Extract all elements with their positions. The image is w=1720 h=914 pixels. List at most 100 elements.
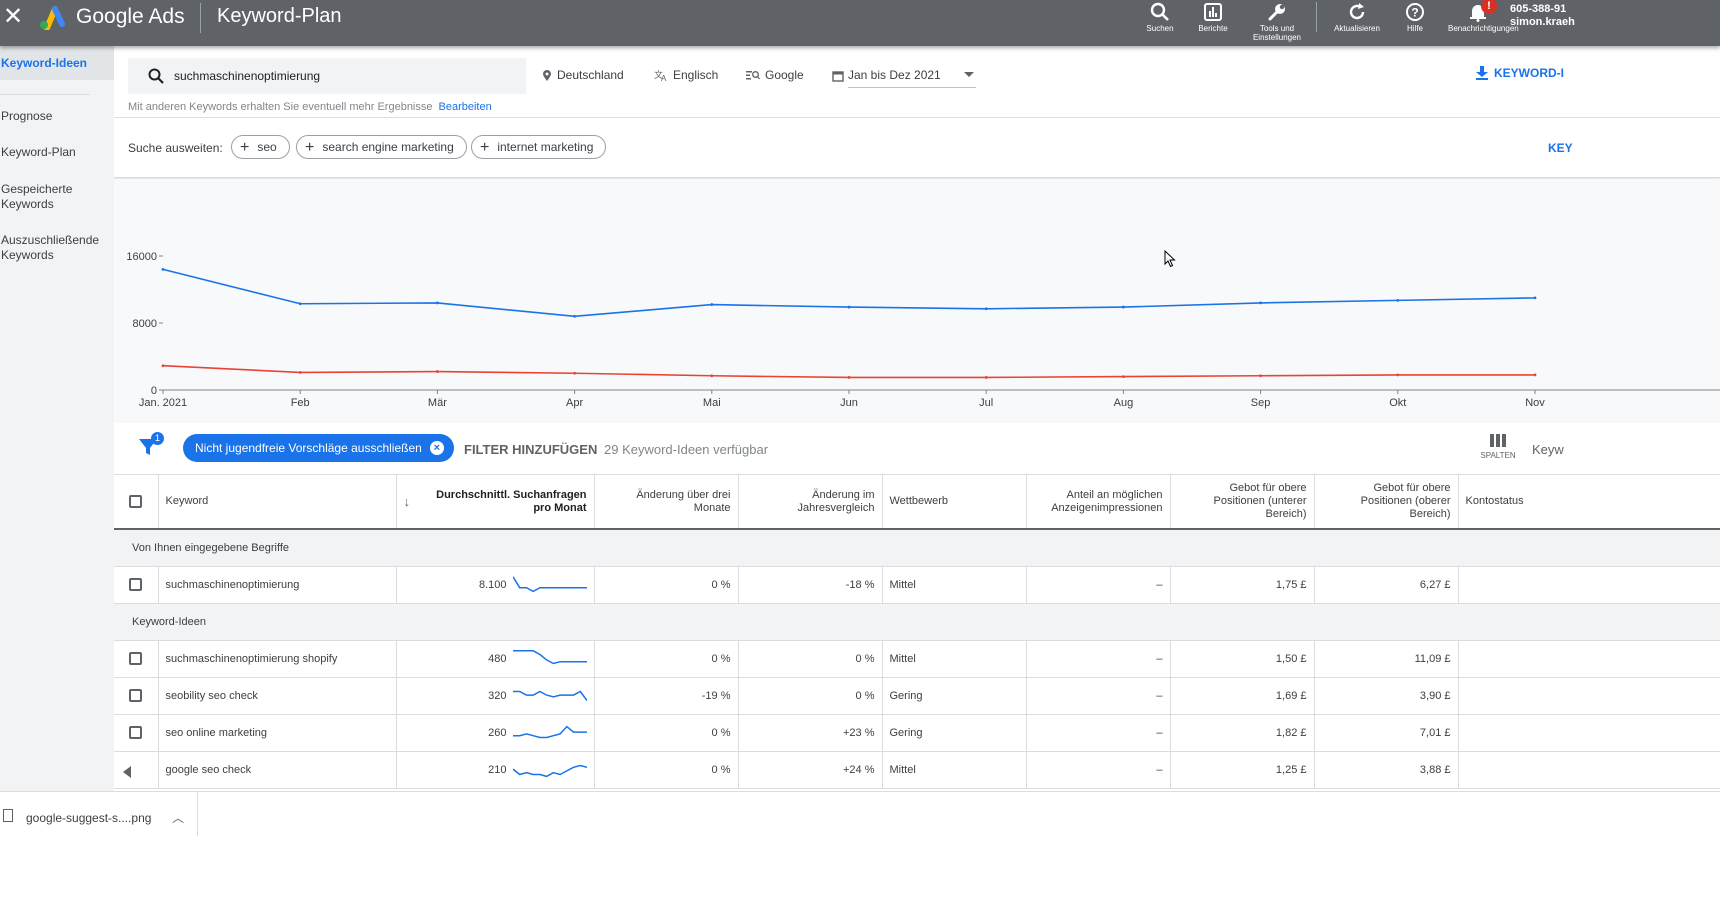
add-filter-button[interactable]: FILTER HINZUFÜGEN xyxy=(464,442,597,457)
trend-sparkline xyxy=(512,690,587,701)
header-yoy-change[interactable]: Änderung im Jahresvergleich xyxy=(738,475,883,530)
table-row[interactable]: suchmaschinenoptimierung 8.100 0 % -18 % Mit… xyxy=(114,566,1720,604)
help-label: Hilfe xyxy=(1406,24,1423,33)
location-selector[interactable]: Deutschland xyxy=(542,68,624,82)
columns-button[interactable]: SPALTEN xyxy=(1478,433,1518,460)
date-range-dropdown[interactable]: Jan bis Dez 2021 xyxy=(848,66,976,88)
language-selector[interactable]: 文A Englisch xyxy=(654,68,718,82)
chevron-up-icon[interactable]: ︿ xyxy=(172,809,184,826)
network-selector[interactable]: Google xyxy=(746,68,804,82)
series-1-point xyxy=(710,374,714,378)
trend-sparkline xyxy=(512,764,587,777)
search-hint-text: Mit anderen Keywords erhalten Sie eventu… xyxy=(128,101,433,113)
suggestion-chip-internet-marketing[interactable]: + internet marketing xyxy=(471,135,607,159)
keyword-view-truncated[interactable]: Keyw xyxy=(1532,442,1564,457)
search-tool-button[interactable]: Suchen xyxy=(1130,0,1190,33)
series-0-point xyxy=(298,302,302,306)
sidebar-item-keyword-plan[interactable]: Keyword-Plan xyxy=(0,145,114,160)
header-impression-share[interactable]: Anteil an möglichen Anzeigenimpressionen xyxy=(1026,475,1171,530)
notifications-button[interactable]: Benachrichtigungen xyxy=(1448,0,1519,33)
adult-filter-chip[interactable]: Nicht jugendfreie Vorschläge ausschließe… xyxy=(183,434,454,462)
reports-tool-button[interactable]: Berichte xyxy=(1183,0,1243,33)
plus-icon: + xyxy=(305,139,315,156)
app-bar: ✕ Google Ads Keyword-Plan Suchen Bericht… xyxy=(0,0,1720,46)
competition-cell: Mittel xyxy=(882,640,1027,678)
row-select-cell xyxy=(114,714,159,752)
header-bid-low[interactable]: Gebot für obere Positionen (unterer Bere… xyxy=(1170,475,1315,530)
series-1-point xyxy=(436,370,439,373)
three-month-change-cell: -19 % xyxy=(594,677,739,715)
filter-bar: 1 Nicht jugendfreie Vorschläge ausschlie… xyxy=(114,423,1720,475)
help-icon: ? xyxy=(1406,3,1424,21)
series-0-point xyxy=(1122,305,1125,309)
x-tick-label: Jan. 2021 xyxy=(139,397,187,409)
suggestion-chip-search-engine-marketing[interactable]: + search engine marketing xyxy=(296,135,467,159)
select-all-checkbox[interactable] xyxy=(129,494,143,508)
close-icon[interactable]: ✕ xyxy=(2,5,24,29)
suggestion-chip-seo[interactable]: + seo xyxy=(231,135,290,159)
table-group-row: Von Ihnen eingegebene Begriffe xyxy=(114,529,1720,567)
bid-low-cell: 1,82 £ xyxy=(1170,714,1315,752)
account-info[interactable]: 605-388-91 simon.kraeh xyxy=(1510,3,1575,29)
series-1-point xyxy=(1259,374,1262,378)
mouse-cursor-icon xyxy=(1164,250,1176,268)
sidebar-item-negative-keywords[interactable]: Auszuschließende Keywords xyxy=(0,233,114,263)
columns-label: SPALTEN xyxy=(1480,451,1516,460)
header-avg-monthly-searches[interactable]: ↓ Durchschnittl. Suchanfragen pro Monat xyxy=(396,475,595,530)
y-tick-label: 16000 xyxy=(126,251,157,263)
columns-icon xyxy=(1490,434,1506,447)
yoy-change-cell: -18 % xyxy=(738,566,883,604)
row-checkbox[interactable] xyxy=(129,578,143,591)
competition-cell: Gering xyxy=(882,677,1027,715)
tools-settings-button[interactable]: Tools und Einstellungen xyxy=(1247,0,1307,42)
search-volume-chart: 0 8000 16000 Jan. 2021 Feb Mär Apr Mai Jun Jul Aug… xyxy=(114,179,1720,423)
network-label: Google xyxy=(765,68,804,82)
header-three-month-change[interactable]: Änderung über drei Monate xyxy=(594,475,739,530)
table-row[interactable]: seobility seo check 320 -19 % 0 % Gering –1,6… xyxy=(114,677,1720,715)
brand-name: Google Ads xyxy=(76,5,185,28)
x-tick-label: Sep xyxy=(1251,397,1271,409)
search-bar-area: Mit anderen Keywords erhalten Sie eventu… xyxy=(114,46,1720,118)
download-icon xyxy=(1476,66,1488,80)
keyword-search-box[interactable] xyxy=(128,58,526,94)
row-checkbox[interactable] xyxy=(129,689,143,702)
competition-cell: Mittel xyxy=(882,566,1027,604)
table-row[interactable]: seo online marketing 260 0 % +23 % Gering –1,… xyxy=(114,714,1720,752)
help-button[interactable]: ? Hilfe xyxy=(1385,0,1445,33)
table-row[interactable]: google seo check 210 0 % +24 % Mittel –1,25 £… xyxy=(114,751,1720,789)
header-bid-high[interactable]: Gebot für obere Positionen (oberer Berei… xyxy=(1314,475,1459,530)
volume-cell: 320 xyxy=(396,677,595,715)
header-account-status[interactable]: Kontostatus xyxy=(1458,475,1720,530)
scroll-left-button[interactable] xyxy=(114,756,142,786)
series-line-1 xyxy=(162,364,1535,379)
search-tool-label: Suchen xyxy=(1146,24,1174,33)
series-1-point xyxy=(847,376,851,379)
download-item[interactable]: google-suggest-s....png ︿ xyxy=(0,792,198,836)
sidebar-item-forecast[interactable]: Prognose xyxy=(0,109,114,124)
refresh-button[interactable]: Aktualisieren xyxy=(1327,0,1387,33)
table-header-row: Keyword ↓ Durchschnittl. Suchanfragen pr… xyxy=(114,475,1720,530)
edit-link[interactable]: Bearbeiten xyxy=(439,101,492,113)
keyword-search-input[interactable] xyxy=(174,67,514,85)
header-keyword[interactable]: Keyword xyxy=(158,475,397,530)
row-checkbox[interactable] xyxy=(129,652,143,665)
chevron-left-icon xyxy=(123,766,131,778)
row-select-cell xyxy=(114,566,159,604)
download-keywords-button[interactable]: KEYWORD-I xyxy=(1476,66,1564,80)
keyword-cell: suchmaschinenoptimierung shopify xyxy=(158,640,397,678)
remove-filter-icon[interactable]: × xyxy=(429,441,444,455)
table-row[interactable]: suchmaschinenoptimierung shopify 480 0 % 0 … xyxy=(114,640,1720,678)
location-label: Deutschland xyxy=(557,68,624,82)
keyword-cell: seo online marketing xyxy=(158,714,397,752)
three-month-change-cell: 0 % xyxy=(594,640,739,678)
sort-down-icon: ↓ xyxy=(403,494,411,509)
sidebar-item-keyword-ideas[interactable]: Keyword-Ideen xyxy=(0,46,114,80)
bid-low-cell: 1,75 £ xyxy=(1170,566,1315,604)
header-competition[interactable]: Wettbewerb xyxy=(882,475,1027,530)
svg-text:?: ? xyxy=(1411,6,1418,20)
sidebar-item-saved-keywords[interactable]: Gespeicherte Keywords xyxy=(0,182,114,212)
volume-cell: 8.100 xyxy=(396,566,595,604)
keyword-link-truncated[interactable]: KEY xyxy=(1548,141,1573,155)
row-checkbox[interactable] xyxy=(129,726,143,739)
series-1-point xyxy=(161,364,165,368)
